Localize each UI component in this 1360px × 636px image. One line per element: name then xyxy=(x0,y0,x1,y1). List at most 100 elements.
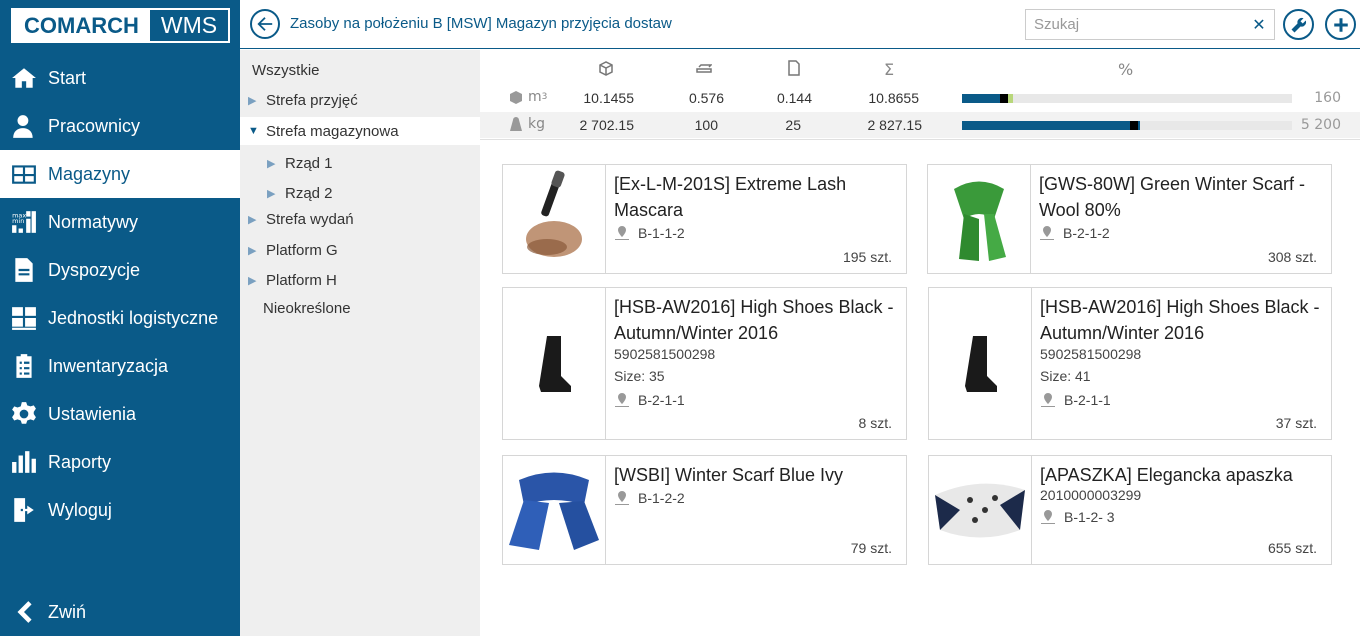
nav-item-start[interactable]: Start xyxy=(0,54,240,102)
product-image xyxy=(928,165,1031,273)
product-title: [HSB-AW2016] High Shoes Black - Autumn/W… xyxy=(614,297,894,343)
nav-item-dyspozycje[interactable]: Dyspozycje xyxy=(0,246,240,294)
tree-label: Strefa magazynowa xyxy=(266,122,399,140)
product-location: B-2-1-1 xyxy=(614,392,685,408)
clear-icon[interactable]: ✕ xyxy=(1252,15,1266,34)
product-card[interactable]: [APASZKA] Elegancka apaszka 201000000329… xyxy=(928,455,1332,565)
product-card[interactable]: [HSB-AW2016] High Shoes Black - Autumn/W… xyxy=(502,287,907,440)
tree-item-all[interactable]: Wszystkie xyxy=(240,56,480,84)
product-ean: 5902581500298 xyxy=(1040,346,1142,362)
arrow-left-icon xyxy=(257,17,273,31)
pallet-icon xyxy=(10,304,38,332)
location-code: B-1-1-2 xyxy=(638,225,685,241)
nav-item-magazyny[interactable]: Magazyny xyxy=(0,150,240,198)
location-pin-icon xyxy=(1041,510,1055,524)
nav-item-normatywy[interactable]: max min Normatywy xyxy=(0,198,240,246)
product-image xyxy=(929,288,1032,439)
capacity-stats: Σ % m3 10.1455 0.576 0.144 10.8655 160 k… xyxy=(480,50,1360,140)
tree-item-strefa-przyjec[interactable]: ▶ Strefa przyjęć xyxy=(240,86,480,114)
nav-item-wyloguj[interactable]: Wyloguj xyxy=(0,486,240,534)
stat-value: 10.8655 xyxy=(868,90,919,106)
location-code: B-1-2-2 xyxy=(638,490,685,506)
product-card[interactable]: [GWS-80W] Green Winter Scarf - Wool 80% … xyxy=(927,164,1332,274)
location-pin-icon xyxy=(1040,226,1054,240)
tree-item-platform-h[interactable]: ▶ Platform H xyxy=(240,266,480,294)
product-size: Size: 35 xyxy=(614,368,665,384)
nav-item-raporty[interactable]: Raporty xyxy=(0,438,240,486)
location-code: B-2-1-1 xyxy=(638,392,685,408)
expand-arrow-icon[interactable]: ▶ xyxy=(248,213,260,226)
collapse-arrow-icon[interactable]: ▼ xyxy=(248,125,260,137)
expand-arrow-icon[interactable]: ▶ xyxy=(267,157,279,170)
weight-icon xyxy=(510,117,522,131)
nav-label: Dyspozycje xyxy=(48,259,141,280)
product-image xyxy=(503,288,606,439)
tree-item-strefa-wydan[interactable]: ▶ Strefa wydań xyxy=(240,205,480,233)
tree-item-platform-g[interactable]: ▶ Platform G xyxy=(240,236,480,264)
product-location: B-2-1-2 xyxy=(1039,225,1110,241)
stat-max: 5 200 xyxy=(1300,117,1341,133)
search-box: ✕ xyxy=(1025,9,1275,40)
silk-scarf-image xyxy=(935,483,1025,538)
location-code: B-2-1-1 xyxy=(1064,392,1111,408)
nav-item-pracownicy[interactable]: Pracownicy xyxy=(0,102,240,150)
tree-label: Platform H xyxy=(266,271,337,289)
product-ean: 2010000003299 xyxy=(1040,487,1142,503)
location-tree: Wszystkie ▶ Strefa przyjęć ▼ Strefa maga… xyxy=(240,50,480,636)
expand-arrow-icon[interactable]: ▶ xyxy=(267,187,279,200)
product-ean: 5902581500298 xyxy=(614,346,716,362)
boot-image xyxy=(539,335,571,392)
location-code: B-1-2- 3 xyxy=(1064,509,1115,525)
settings-tool-button[interactable] xyxy=(1283,9,1314,40)
collapse-button[interactable]: Zwiń xyxy=(10,592,86,632)
product-size: Size: 41 xyxy=(1040,368,1091,384)
nav-label: Ustawienia xyxy=(48,403,137,424)
tree-item-strefa-magazynowa[interactable]: ▼ Strefa magazynowa xyxy=(240,117,480,145)
location-pin-icon xyxy=(615,226,629,240)
back-button[interactable] xyxy=(250,9,280,39)
expand-arrow-icon[interactable]: ▶ xyxy=(248,274,260,287)
tree-item-nieokreslone[interactable]: Nieokreślone xyxy=(240,294,480,322)
tree-item-rzad-1[interactable]: ▶ Rząd 1 xyxy=(240,149,480,177)
svg-text:min: min xyxy=(12,217,24,225)
location-code: B-2-1-2 xyxy=(1063,225,1110,241)
tree-item-rzad-2[interactable]: ▶ Rząd 2 xyxy=(240,179,480,207)
product-location: B-1-1-2 xyxy=(614,225,685,241)
unit-label: m xyxy=(528,89,542,105)
nav-label: Start xyxy=(48,67,87,88)
nav-item-ustawienia[interactable]: Ustawienia xyxy=(0,390,240,438)
product-location: B-1-2- 3 xyxy=(1040,509,1115,525)
tree-label: Strefa wydań xyxy=(266,210,354,228)
collapse-label: Zwiń xyxy=(48,601,87,622)
bar-marker xyxy=(1008,94,1013,103)
stat-max: 160 xyxy=(1314,90,1341,106)
search-input[interactable] xyxy=(1034,16,1252,33)
product-card[interactable]: [HSB-AW2016] High Shoes Black - Autumn/W… xyxy=(928,287,1332,440)
clipboard-icon xyxy=(10,352,38,380)
expand-arrow-icon[interactable]: ▶ xyxy=(248,244,260,257)
product-title: [Ex-L-M-201S] Extreme Lash Mascara xyxy=(614,174,847,220)
product-location: B-2-1-1 xyxy=(1040,392,1111,408)
add-button[interactable] xyxy=(1325,9,1356,40)
nav-item-inwentaryzacja[interactable]: Inwentaryzacja xyxy=(0,342,240,390)
user-icon xyxy=(10,112,38,140)
stat-value: 10.1455 xyxy=(583,90,634,106)
location-pin-icon xyxy=(615,491,629,505)
sidebar: COMARCH WMS Start Pracownicy Magazyny ma… xyxy=(0,0,240,636)
product-quantity: 655 szt. xyxy=(1267,540,1317,556)
expand-arrow-icon[interactable]: ▶ xyxy=(248,94,260,107)
product-quantity: 79 szt. xyxy=(850,540,892,556)
product-card[interactable]: [WSBI] Winter Scarf Blue Ivy B-1-2-2 79 … xyxy=(502,455,907,565)
stat-row-weight: kg 2 702.15 100 25 2 827.15 5 200 xyxy=(480,112,1360,138)
product-card[interactable]: [Ex-L-M-201S] Extreme Lash Mascara B-1-1… xyxy=(502,164,907,274)
chevron-left-icon xyxy=(10,598,38,626)
nav-item-jednostki[interactable]: Jednostki logistyczne xyxy=(0,294,240,342)
chart-icon xyxy=(10,448,38,476)
logout-icon xyxy=(10,496,38,524)
stat-label-volume: m3 xyxy=(508,89,547,105)
wrench-icon xyxy=(1291,17,1306,32)
pallet-icon xyxy=(696,60,713,80)
nav-label: Wyloguj xyxy=(48,499,112,520)
tree-label: Nieokreślone xyxy=(263,299,351,317)
nav-label: Jednostki logistyczne xyxy=(48,307,219,328)
